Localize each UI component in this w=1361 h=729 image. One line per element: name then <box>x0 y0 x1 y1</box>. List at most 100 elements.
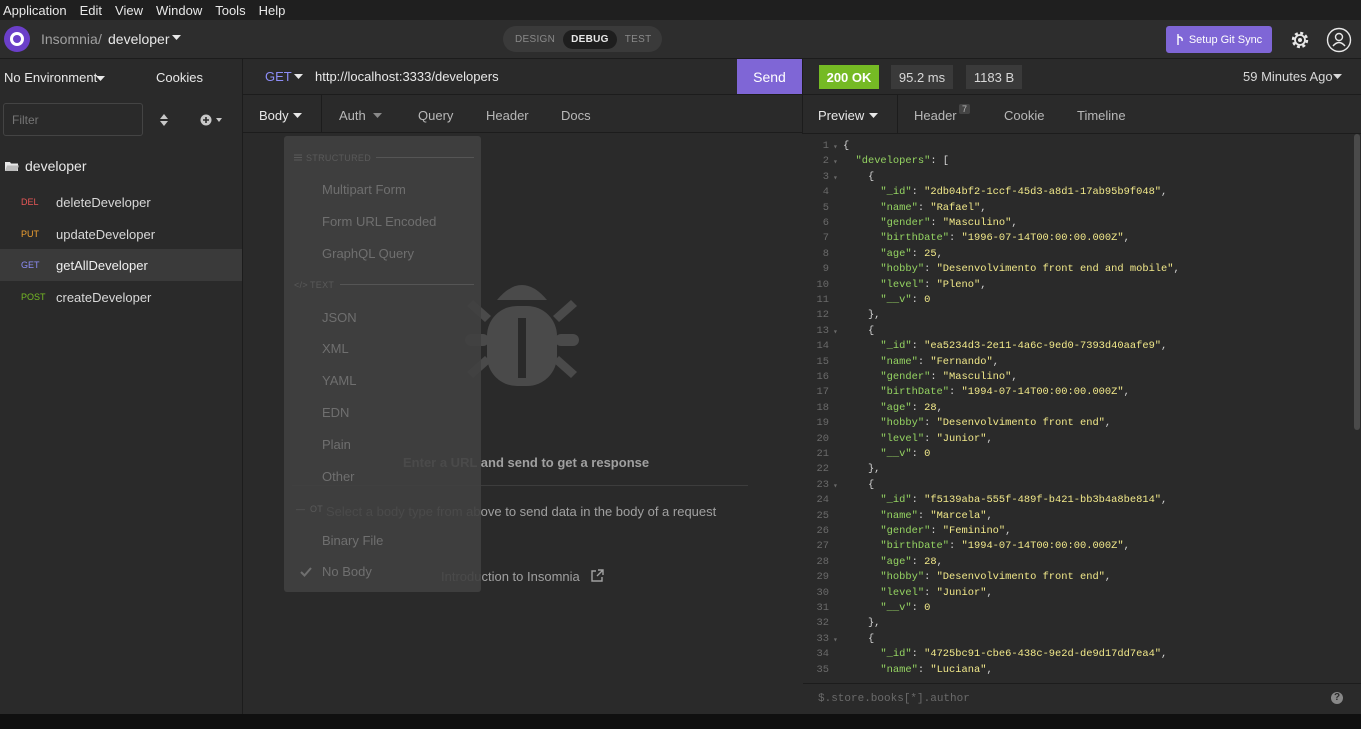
insomnia-logo-icon[interactable] <box>4 26 30 52</box>
dropdown-item-yaml[interactable]: YAML <box>322 373 356 388</box>
scrollbar[interactable] <box>1354 134 1360 430</box>
mode-design[interactable]: DESIGN <box>507 30 563 49</box>
tab-preview[interactable]: Preview <box>818 108 864 123</box>
filter-input[interactable] <box>3 103 143 136</box>
menu-help[interactable]: Help <box>259 3 286 18</box>
code-line: "gender": "Feminino", <box>880 525 1012 537</box>
code-line: { <box>843 170 875 183</box>
dropdown-item-no-body[interactable]: No Body <box>322 564 372 579</box>
fold-toggle-icon[interactable]: ▾ <box>833 173 838 183</box>
menu-window[interactable]: Window <box>156 3 202 18</box>
code-line: "level": "Pleno", <box>880 278 987 291</box>
line-number: 30 <box>816 586 829 599</box>
line-number: 27 <box>816 540 829 553</box>
code-line: "gender": "Masculino", <box>880 217 1018 229</box>
line-number: 33 <box>816 632 829 645</box>
menu-view[interactable]: View <box>115 3 143 18</box>
environment-selector[interactable]: No Environment <box>4 70 97 85</box>
line-number: 32 <box>816 617 829 630</box>
setup-git-sync-button[interactable]: Setup Git Sync <box>1166 26 1272 53</box>
send-button[interactable]: Send <box>737 59 802 94</box>
fold-toggle-icon[interactable]: ▾ <box>833 635 838 645</box>
sort-icon[interactable] <box>160 114 168 126</box>
dropdown-item-plain[interactable]: Plain <box>322 437 351 452</box>
dropdown-item-multipart-form[interactable]: Multipart Form <box>322 182 406 197</box>
sidebar-request-delete-developer[interactable]: DEL deleteDeveloper <box>0 186 242 218</box>
tab-body[interactable]: Body <box>259 108 289 123</box>
mode-debug[interactable]: DEBUG <box>563 29 617 49</box>
menu-application[interactable]: Application <box>3 3 67 18</box>
mode-test[interactable]: TEST <box>617 30 660 49</box>
tab-cookie[interactable]: Cookie <box>1004 108 1044 123</box>
code-line: "hobby": "Desenvolvimento front end", <box>880 417 1112 430</box>
code-line: }, <box>843 309 881 322</box>
menu-tools[interactable]: Tools <box>215 3 245 18</box>
account-icon[interactable] <box>1326 27 1352 53</box>
line-number: 4 <box>822 186 829 199</box>
dropdown-item-form-url-encoded[interactable]: Form URL Encoded <box>322 214 436 229</box>
tab-divider <box>321 95 322 133</box>
code-line: "age": 28, <box>880 401 943 414</box>
fold-toggle-icon[interactable]: ▾ <box>833 481 838 491</box>
chevron-down-icon[interactable] <box>373 113 382 119</box>
url-input[interactable]: http://localhost:3333/developers <box>315 69 499 84</box>
code-line: "hobby": "Desenvolvimento front end and … <box>880 263 1180 276</box>
tab-header[interactable]: Header <box>486 108 529 123</box>
request-tabs: Body Auth Query Header Docs <box>243 95 802 133</box>
dropdown-item-graphql-query[interactable]: GraphQL Query <box>322 246 414 261</box>
fold-toggle-icon[interactable]: ▾ <box>833 142 838 152</box>
menu-edit[interactable]: Edit <box>80 3 102 18</box>
fold-toggle-icon[interactable]: ▾ <box>833 327 838 337</box>
tab-response-header[interactable]: Header <box>914 108 957 123</box>
code-icon: </> <box>294 280 308 290</box>
settings-gear-icon[interactable] <box>1287 27 1313 53</box>
dropdown-item-other[interactable]: Other <box>322 469 355 484</box>
response-filter-bar: $.store.books[*].author ? <box>803 683 1361 714</box>
tab-docs[interactable]: Docs <box>561 108 591 123</box>
sidebar-request-update-developer[interactable]: PUT updateDeveloper <box>0 218 242 250</box>
response-filter-input[interactable]: $.store.books[*].author <box>818 693 970 705</box>
folder-developer[interactable]: developer <box>5 158 87 174</box>
code-line: "__v": 0 <box>880 294 931 306</box>
chevron-down-icon[interactable] <box>172 35 181 41</box>
chevron-down-icon[interactable] <box>1333 74 1342 80</box>
chevron-down-icon[interactable] <box>869 113 878 119</box>
method-selector[interactable]: GET <box>265 69 292 84</box>
code-line: "level": "Junior", <box>880 586 993 599</box>
chevron-down-icon[interactable] <box>294 74 303 80</box>
tab-query[interactable]: Query <box>418 108 453 123</box>
tab-auth[interactable]: Auth <box>339 108 366 123</box>
cookies-button[interactable]: Cookies <box>156 70 203 85</box>
dropdown-item-json[interactable]: JSON <box>322 310 357 325</box>
external-link-icon[interactable] <box>591 569 604 582</box>
dropdown-item-edn[interactable]: EDN <box>322 405 349 420</box>
line-number: 6 <box>822 217 829 229</box>
tab-timeline[interactable]: Timeline <box>1077 108 1126 123</box>
sidebar-request-create-developer[interactable]: POST createDeveloper <box>0 281 242 313</box>
dropdown-section-text: TEXT <box>310 280 335 290</box>
line-number: 28 <box>816 555 829 568</box>
os-taskbar <box>0 714 1361 729</box>
code-line: "level": "Junior", <box>880 432 993 445</box>
chevron-down-icon[interactable] <box>293 113 302 119</box>
response-history-selector[interactable]: 59 Minutes Ago <box>1243 69 1333 84</box>
line-number: 21 <box>816 448 829 460</box>
response-size-badge: 1183 B <box>966 65 1022 89</box>
request-name: createDeveloper <box>56 289 152 305</box>
code-line: "age": 28, <box>880 555 943 568</box>
app-name[interactable]: Insomnia <box>41 31 98 47</box>
chevron-down-icon[interactable] <box>96 76 105 82</box>
code-line: "__v": 0 <box>880 602 931 614</box>
add-plus-icon[interactable] <box>200 114 226 126</box>
response-preview-code[interactable]: 1 ▾ {2 ▾ "developers": [3 ▾ {4 "_id": "2db04… <box>803 134 1355 683</box>
sidebar-request-get-all-developer[interactable]: GET getAllDeveloper <box>0 249 242 281</box>
dropdown-item-binary-file[interactable]: Binary File <box>322 533 383 548</box>
url-bar: GET http://localhost:3333/developers Sen… <box>243 59 802 95</box>
git-sync-label: Setup Git Sync <box>1188 33 1263 46</box>
workspace-name[interactable]: developer <box>108 31 170 47</box>
fold-toggle-icon[interactable]: ▾ <box>833 157 838 167</box>
line-number: 35 <box>816 663 829 676</box>
dropdown-item-xml[interactable]: XML <box>322 341 349 356</box>
help-icon[interactable]: ? <box>1331 692 1343 704</box>
line-number: 26 <box>816 525 829 537</box>
